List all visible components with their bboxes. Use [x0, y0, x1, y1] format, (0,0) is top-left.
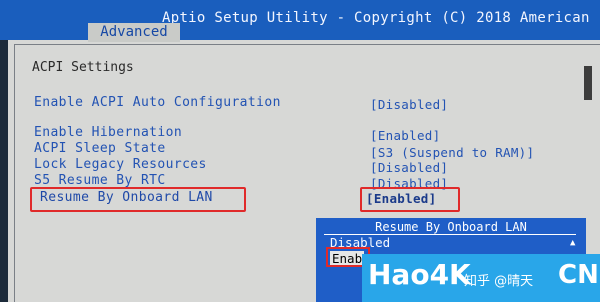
setting-sleep-state-value[interactable]: [S3 (Suspend to RAM)]: [370, 145, 534, 160]
setting-hibernation-label[interactable]: Enable Hibernation: [34, 125, 182, 140]
window-title: Aptio Setup Utility - Copyright (C) 2018…: [162, 10, 590, 26]
setting-acpi-auto-config-value[interactable]: [Disabled]: [370, 97, 448, 112]
watermark-sub-text: 知乎 @晴天: [464, 274, 534, 289]
watermark-main-text: Hao4K: [368, 258, 471, 291]
page-title: ACPI Settings: [32, 60, 134, 75]
setting-hibernation-value[interactable]: [Enabled]: [370, 128, 440, 143]
watermark-cn-text: CN: [558, 260, 599, 290]
popup-title: Resume By Onboard LAN: [375, 220, 527, 234]
setting-resume-onboard-lan-label[interactable]: Resume By Onboard LAN: [40, 190, 213, 205]
title-bar: Aptio Setup Utility - Copyright (C) 2018…: [0, 0, 600, 42]
setting-s5-resume-rtc-label[interactable]: S5 Resume By RTC: [34, 173, 166, 188]
setting-acpi-auto-config-label[interactable]: Enable ACPI Auto Configuration: [34, 95, 281, 110]
setting-lock-legacy-label[interactable]: Lock Legacy Resources: [34, 157, 207, 172]
tab-advanced[interactable]: Advanced: [88, 23, 180, 42]
left-bezel: [0, 40, 8, 302]
setting-sleep-state-label[interactable]: ACPI Sleep State: [34, 141, 166, 156]
setting-resume-onboard-lan-value[interactable]: [Enabled]: [366, 191, 436, 206]
setting-lock-legacy-value[interactable]: [Disabled]: [370, 160, 448, 175]
watermark-logo: Hao4K 知乎 @晴天 CN: [362, 254, 600, 302]
bios-screen: Aptio Setup Utility - Copyright (C) 2018…: [0, 0, 600, 302]
scrollbar-thumb[interactable]: [584, 66, 592, 100]
